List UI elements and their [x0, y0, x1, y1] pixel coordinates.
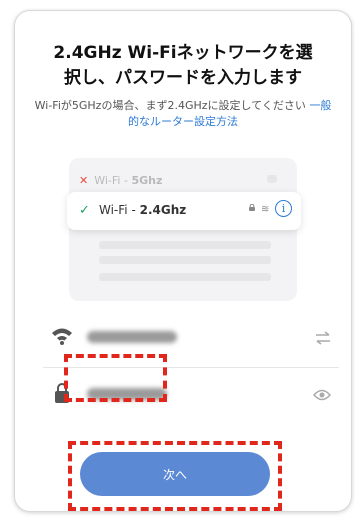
network-24ghz-band: 2.4Ghz: [139, 203, 187, 217]
page-title: 2.4GHz Wi-Fiネットワークを選 択し、パスワードを入力します: [15, 41, 351, 91]
placeholder-bar: [267, 175, 277, 183]
lock-icon: [249, 204, 255, 211]
network-5ghz-example: ✕ Wi-Fi - 5Ghz: [79, 174, 162, 187]
network-5ghz-prefix: Wi-Fi -: [94, 174, 132, 187]
instruction-body: Wi-Fiが5GHzの場合、まず2.4GHzに設定してください: [34, 99, 306, 112]
placeholder-bar: [99, 273, 271, 281]
wifi-signal-icon: ≋: [261, 204, 270, 215]
ssid-value[interactable]: [87, 331, 177, 343]
placeholder-bar: [99, 256, 271, 264]
network-24ghz-prefix: Wi-Fi -: [99, 203, 140, 217]
title-line-2: 択し、パスワードを入力します: [64, 68, 302, 88]
swap-icon[interactable]: [315, 331, 331, 345]
cross-icon: ✕: [79, 174, 89, 187]
placeholder-bar: [99, 241, 271, 249]
password-highlight-box: [64, 354, 167, 402]
wifi-icon: [52, 328, 72, 345]
network-5ghz-band: 5Ghz: [131, 174, 163, 187]
wifi-setup-card: 2.4GHz Wi-Fiネットワークを選 択し、パスワードを入力します Wi-F…: [14, 10, 352, 512]
eye-icon[interactable]: [313, 388, 331, 402]
network-24ghz-label: Wi-Fi - 2.4Ghz: [99, 203, 186, 217]
instruction-text: Wi-Fiが5GHzの場合、まず2.4GHzに設定してください 一般的なルーター…: [31, 98, 335, 130]
info-icon: i: [275, 200, 292, 217]
title-line-1: 2.4GHz Wi-Fiネットワークを選: [53, 43, 313, 63]
network-24ghz-example: ✓ Wi-Fi - 2.4Ghz ≋ i: [67, 192, 301, 230]
screen: 2.4GHz Wi-Fiネットワークを選 択し、パスワードを入力します Wi-F…: [0, 0, 363, 517]
next-button-highlight-box: [68, 441, 282, 511]
check-icon: ✓: [79, 203, 90, 218]
